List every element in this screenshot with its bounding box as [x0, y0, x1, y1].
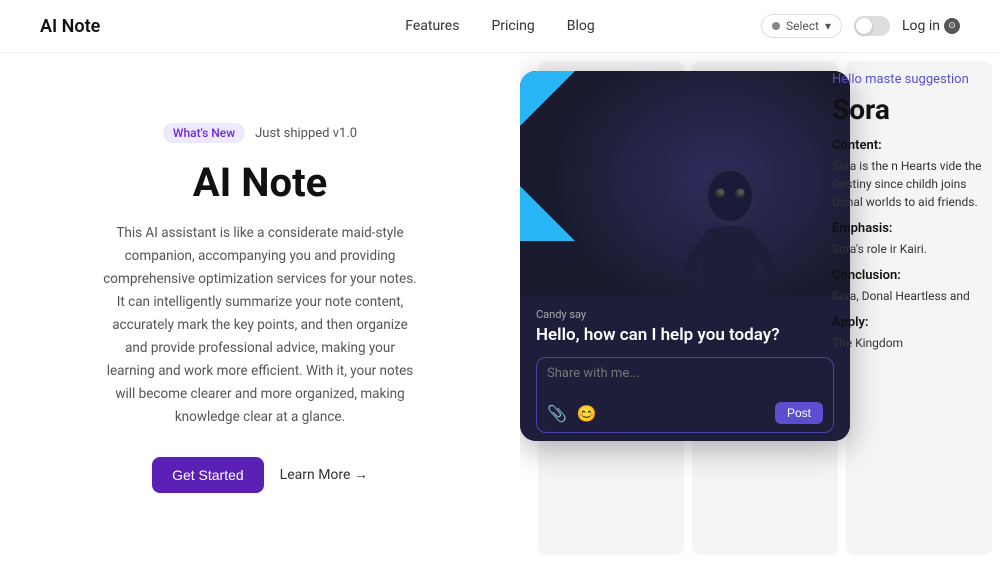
- conclusion-label: Conclusion:: [832, 268, 988, 283]
- nav-links: Features Pricing Blog: [405, 18, 595, 34]
- hero-actions: Get Started Learn More →: [152, 457, 368, 493]
- chat-greeting: Hello, how can I help you today?: [536, 325, 834, 345]
- login-button[interactable]: Log in ⊙: [902, 18, 960, 34]
- nav-right: Select ▾ Log in ⊙: [761, 14, 960, 38]
- chat-bottom: Candy say Hello, how can I help you toda…: [520, 296, 850, 441]
- emoji-icon[interactable]: 😊: [577, 404, 597, 423]
- learn-more-button[interactable]: Learn More →: [280, 466, 368, 483]
- nav-link-blog[interactable]: Blog: [567, 18, 595, 34]
- nav-link-features[interactable]: Features: [405, 18, 459, 34]
- login-icon: ⊙: [944, 18, 960, 34]
- attachment-icon[interactable]: 📎: [547, 404, 567, 423]
- selector-text: Select: [786, 19, 819, 33]
- language-selector[interactable]: Select ▾: [761, 14, 842, 38]
- login-label: Log in: [902, 18, 940, 34]
- article-hello-text: Hello maste suggestion: [832, 71, 988, 89]
- article-panel: Hello maste suggestion Sora Content: Sor…: [820, 53, 1000, 563]
- chat-input[interactable]: [547, 366, 823, 396]
- conclusion-text: Sora, Donal Heartless and: [832, 287, 988, 305]
- article-title: Sora: [832, 93, 988, 126]
- apply-label: Apply:: [832, 315, 988, 330]
- get-started-button[interactable]: Get Started: [152, 457, 264, 493]
- hero-section: What's New Just shipped v1.0 AI Note Thi…: [0, 53, 520, 563]
- emphasis-text: Sora's role ir Kairi.: [832, 240, 988, 258]
- apply-text: The Kingdom: [832, 334, 988, 352]
- hero-description: This AI assistant is like a considerate …: [100, 222, 420, 428]
- emphasis-label: Emphasis:: [832, 221, 988, 236]
- main-content: What's New Just shipped v1.0 AI Note Thi…: [0, 53, 1000, 563]
- triangle-bottom-left: [520, 186, 575, 241]
- chat-input-area: 📎 😊 Post: [536, 357, 834, 433]
- content-label: Content:: [832, 138, 988, 153]
- badge-subtext: Just shipped v1.0: [255, 126, 357, 141]
- content-text: Sora is the n Hearts vide the Destiny si…: [832, 157, 988, 211]
- selector-dot: [772, 22, 780, 30]
- nav-link-pricing[interactable]: Pricing: [491, 18, 534, 34]
- theme-toggle[interactable]: [854, 16, 890, 36]
- chat-modal: Candy say Hello, how can I help you toda…: [520, 71, 850, 441]
- post-button[interactable]: Post: [775, 402, 823, 424]
- chevron-down-icon: ▾: [825, 19, 831, 33]
- triangle-top-left: [520, 71, 575, 126]
- navbar: AI Note Features Pricing Blog Select ▾ L…: [0, 0, 1000, 53]
- chat-label: Candy say: [536, 308, 834, 321]
- badge-row: What's New Just shipped v1.0: [163, 123, 357, 143]
- hero-title: AI Note: [193, 159, 327, 206]
- app-logo: AI Note: [40, 16, 100, 37]
- whats-new-badge: What's New: [163, 123, 245, 143]
- chat-icons: 📎 😊: [547, 404, 597, 423]
- right-panel: Candy say Hello, how can I help you toda…: [520, 53, 1000, 563]
- chat-input-footer: 📎 😊 Post: [547, 402, 823, 424]
